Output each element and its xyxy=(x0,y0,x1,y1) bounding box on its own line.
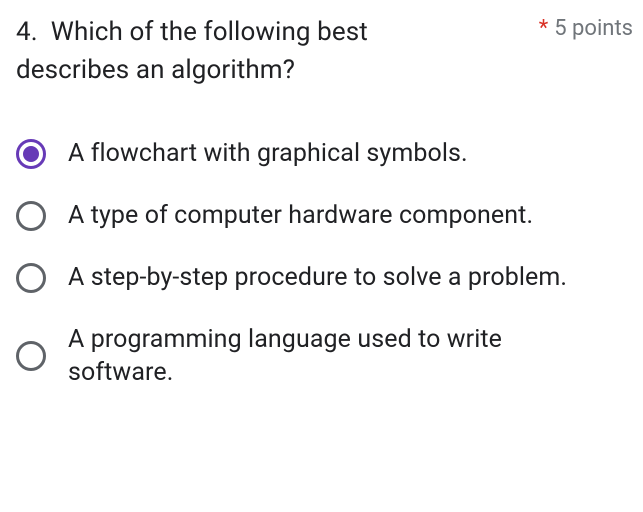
question-body: Which of the following best describes an… xyxy=(16,17,368,85)
radio-icon xyxy=(16,201,46,231)
option-3[interactable]: A programming language used to write sof… xyxy=(16,323,633,391)
radio-icon xyxy=(16,139,46,169)
option-0[interactable]: A flowchart with graphical symbols. xyxy=(16,137,633,171)
question-number: 4. xyxy=(16,17,38,47)
question-text: 4. Which of the following best describes… xyxy=(16,14,466,89)
option-2[interactable]: A step-by-step procedure to solve a prob… xyxy=(16,261,633,295)
option-label: A programming language used to write sof… xyxy=(68,323,608,391)
question-card: 4. Which of the following best describes… xyxy=(0,0,643,400)
required-asterisk: * xyxy=(539,18,548,40)
options-group: A flowchart with graphical symbols. A ty… xyxy=(16,137,633,390)
option-label: A flowchart with graphical symbols. xyxy=(68,137,468,171)
points-label: 5 points xyxy=(554,16,633,41)
radio-dot-icon xyxy=(23,146,39,162)
question-header: 4. Which of the following best describes… xyxy=(16,14,633,89)
option-label: A step-by-step procedure to solve a prob… xyxy=(68,261,567,295)
option-label: A type of computer hardware component. xyxy=(68,199,533,233)
option-1[interactable]: A type of computer hardware component. xyxy=(16,199,633,233)
radio-icon xyxy=(16,341,46,371)
points-wrap: * 5 points xyxy=(539,14,633,41)
radio-icon xyxy=(16,263,46,293)
